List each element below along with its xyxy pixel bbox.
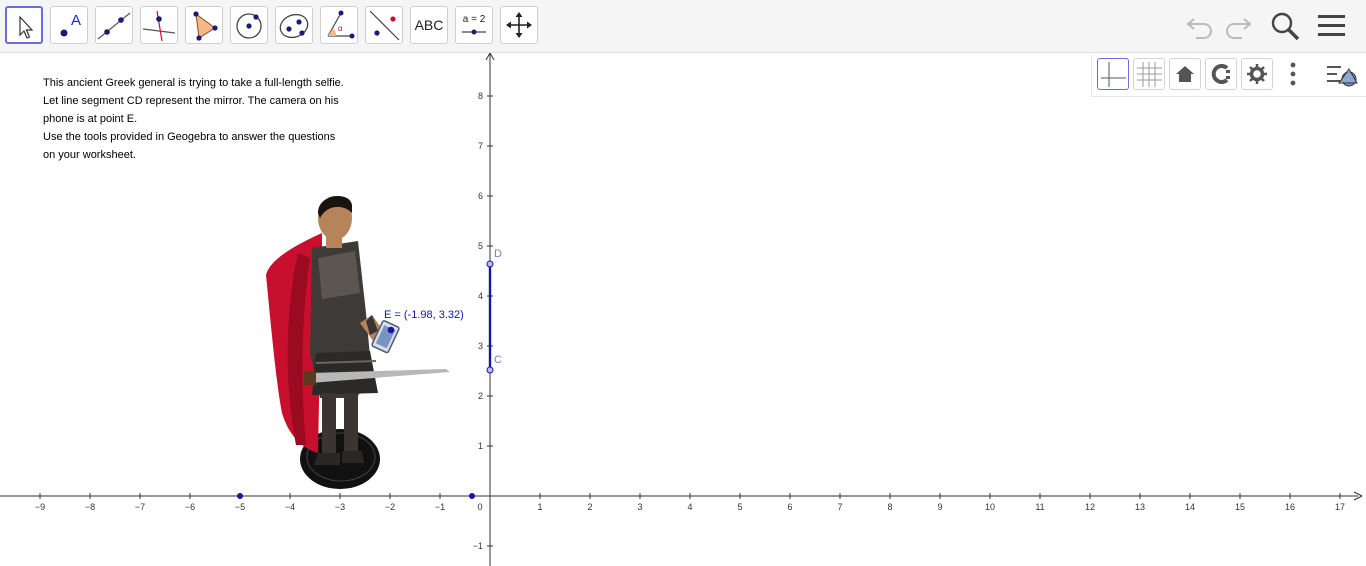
angle-icon: α xyxy=(327,10,355,39)
point-tool[interactable]: A xyxy=(50,6,88,44)
x-tick-label: 14 xyxy=(1185,502,1195,512)
point-on-x-axis[interactable] xyxy=(469,493,475,499)
graphics-style-bar xyxy=(1091,55,1366,97)
x-tick-label: −2 xyxy=(385,502,395,512)
circle-icon xyxy=(236,13,262,39)
move-graphics-view-tool[interactable] xyxy=(500,6,538,44)
general-figure-image xyxy=(266,195,450,489)
y-tick-label: 3 xyxy=(478,341,483,351)
x-tick-label: −9 xyxy=(35,502,45,512)
point-on-x-axis[interactable] xyxy=(237,493,243,499)
point-d[interactable] xyxy=(486,260,494,268)
label-d: D xyxy=(494,248,502,260)
point-e[interactable] xyxy=(387,326,395,334)
x-tick-label: 11 xyxy=(1035,502,1044,512)
x-tick-label: −7 xyxy=(135,502,145,512)
x-tick-label: −1 xyxy=(435,502,445,512)
perpendicular-icon xyxy=(142,10,176,42)
perpendicular-line-tool[interactable] xyxy=(140,6,178,44)
label-c: C xyxy=(494,354,502,366)
x-tick-label: 1 xyxy=(537,502,542,512)
y-tick-label: 5 xyxy=(478,241,483,251)
polygon-icon xyxy=(193,11,218,41)
line-tool[interactable] xyxy=(95,6,133,44)
point-c[interactable] xyxy=(486,366,494,374)
slider-icon xyxy=(462,29,486,35)
move-arrows-icon xyxy=(506,12,532,38)
polygon-tool[interactable] xyxy=(185,6,223,44)
ellipse-tool[interactable] xyxy=(275,6,313,44)
x-tick-label: −6 xyxy=(185,502,195,512)
x-tick-label: 8 xyxy=(887,502,892,512)
x-tick-label: −3 xyxy=(335,502,345,512)
search-icon[interactable] xyxy=(1268,10,1302,44)
reflect-about-line-tool[interactable] xyxy=(365,6,403,44)
toolbar: A α ABC a = 2 xyxy=(0,0,1366,53)
circle-center-point-tool[interactable] xyxy=(230,6,268,44)
point-capturing-button[interactable] xyxy=(1205,58,1237,90)
y-tick-label: 7 xyxy=(478,141,483,151)
x-tick-label: 10 xyxy=(985,502,995,512)
grid-icon xyxy=(1137,62,1162,87)
grid-toggle[interactable] xyxy=(1133,58,1165,90)
ellipse-icon xyxy=(279,13,309,39)
gear-icon xyxy=(1247,64,1267,84)
y-tick-label: 2 xyxy=(478,391,483,401)
y-tick-label: −1 xyxy=(473,541,483,551)
x-tick-label: 13 xyxy=(1135,502,1145,512)
x-tick-label: 9 xyxy=(937,502,942,512)
x-tick-label: 15 xyxy=(1235,502,1245,512)
move-tool[interactable] xyxy=(5,6,43,44)
y-tick-label: 8 xyxy=(478,91,483,101)
line-icon xyxy=(97,12,131,40)
x-tick-label: 5 xyxy=(737,502,742,512)
slider-tool[interactable]: a = 2 xyxy=(455,6,493,44)
x-tick-label: 12 xyxy=(1085,502,1095,512)
x-tick-label: 17 xyxy=(1335,502,1345,512)
y-tick-label: 6 xyxy=(478,191,483,201)
undo-icon[interactable] xyxy=(1184,10,1218,42)
redo-icon[interactable] xyxy=(1220,10,1254,42)
angle-tool-label: α xyxy=(338,24,343,33)
y-tick-label: 4 xyxy=(478,291,483,301)
x-tick-label: 2 xyxy=(587,502,592,512)
graphics-view[interactable]: −9 −8 −7 −6 −5 −4 −3 −2 −1 0 1 2 3 4 5 6 7 8 9 10 11 12 13 14 15… xyxy=(0,53,1366,566)
style-bar-toggle-icon[interactable] xyxy=(1325,61,1361,89)
x-tick-label: 6 xyxy=(787,502,792,512)
arrow-cursor-icon xyxy=(19,15,34,39)
angle-tool[interactable]: α xyxy=(320,6,358,44)
axes-toggle[interactable] xyxy=(1097,58,1129,90)
standard-view-button[interactable] xyxy=(1169,58,1201,90)
x-tick-label: 16 xyxy=(1285,502,1295,512)
point-tool-label: A xyxy=(71,12,81,29)
x-tick-label: 4 xyxy=(687,502,692,512)
menu-icon[interactable] xyxy=(1316,10,1350,44)
label-e: E = (-1.98, 3.32) xyxy=(384,309,464,321)
text-tool-label: ABC xyxy=(414,17,444,33)
settings-button[interactable] xyxy=(1241,58,1273,90)
x-tick-label: 7 xyxy=(837,502,842,512)
x-tick-label: −5 xyxy=(235,502,245,512)
home-icon xyxy=(1176,66,1194,82)
x-tick-label: −8 xyxy=(85,502,95,512)
x-tick-label: 3 xyxy=(637,502,642,512)
point-icon: A xyxy=(60,12,81,37)
more-icon[interactable] xyxy=(1287,61,1299,89)
x-tick-label: 0 xyxy=(477,502,482,512)
point-capturing-icon xyxy=(1211,64,1230,84)
reflect-icon xyxy=(369,10,400,41)
axes-icon xyxy=(1101,62,1126,87)
x-tick-label: −4 xyxy=(285,502,295,512)
y-tick-label: 1 xyxy=(478,441,483,451)
text-tool[interactable]: ABC xyxy=(410,6,448,44)
